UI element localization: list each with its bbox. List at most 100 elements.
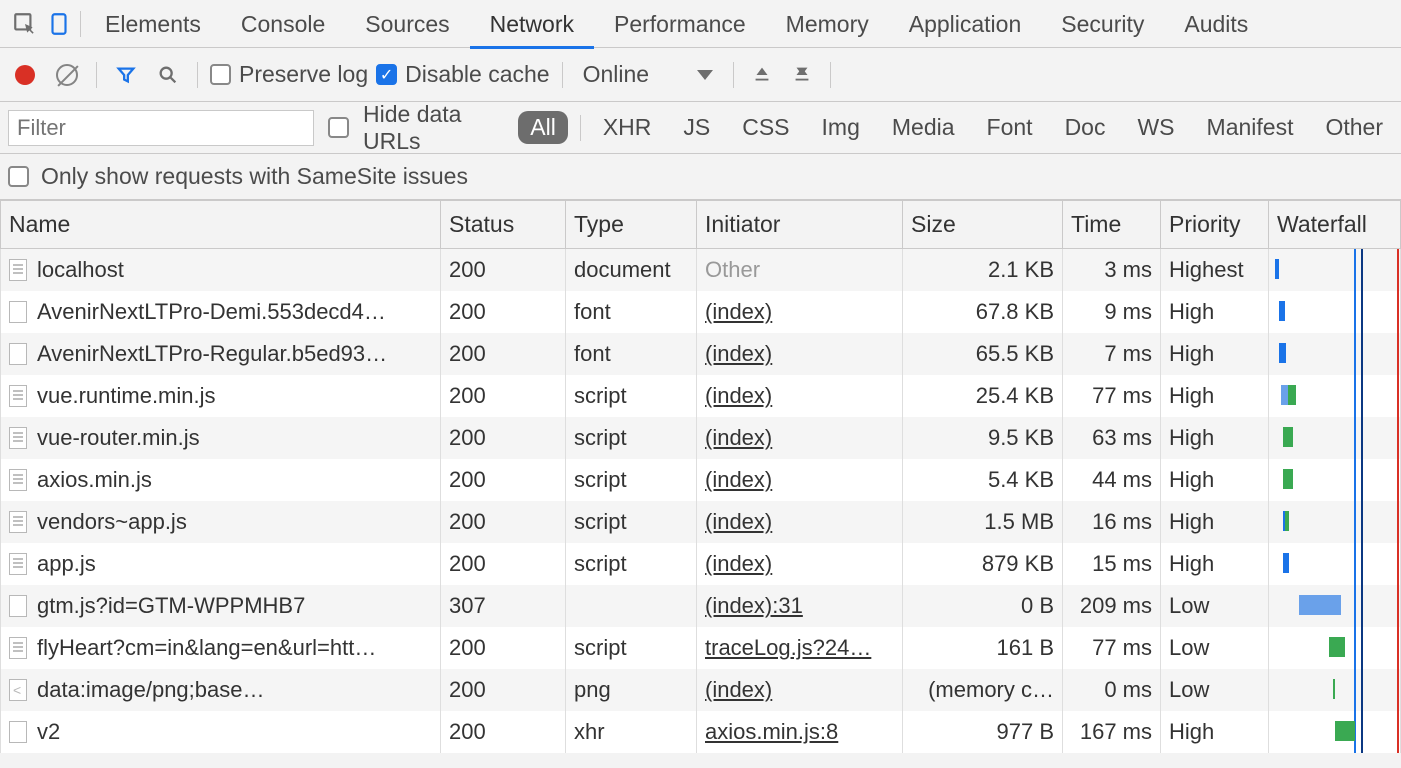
filter-pill-ws[interactable]: WS <box>1127 111 1184 144</box>
filter-toggle[interactable] <box>109 58 143 92</box>
initiator-link[interactable]: (index):31 <box>705 593 803 618</box>
table-row[interactable]: data:image/png;base…200png(index)(memory… <box>1 669 1401 711</box>
export-har-button[interactable] <box>786 63 818 87</box>
filter-pill-css[interactable]: CSS <box>732 111 799 144</box>
table-row[interactable]: vue-router.min.js200script(index)9.5 KB6… <box>1 417 1401 459</box>
filter-pill-img[interactable]: Img <box>812 111 870 144</box>
samesite-checkbox[interactable] <box>8 166 29 187</box>
preserve-log-checkbox[interactable] <box>210 64 231 85</box>
network-toolbar: Preserve log ✓ Disable cache Online <box>0 48 1401 102</box>
size-cell: 5.4 KB <box>903 459 1063 501</box>
initiator-link: Other <box>705 257 760 282</box>
priority-cell: High <box>1161 417 1269 459</box>
table-row[interactable]: app.js200script(index)879 KB15 msHigh <box>1 543 1401 585</box>
waterfall-cell <box>1269 669 1401 711</box>
separator <box>580 115 581 141</box>
hide-data-urls-checkbox[interactable] <box>328 117 349 138</box>
size-cell: 2.1 KB <box>903 249 1063 292</box>
column-header-size[interactable]: Size <box>903 201 1063 249</box>
table-row[interactable]: flyHeart?cm=in&lang=en&url=htt…200script… <box>1 627 1401 669</box>
time-cell: 16 ms <box>1063 501 1161 543</box>
size-cell: 1.5 MB <box>903 501 1063 543</box>
device-toolbar-icon[interactable] <box>42 7 76 41</box>
tab-sources[interactable]: Sources <box>345 0 469 48</box>
column-header-name[interactable]: Name <box>1 201 441 249</box>
column-header-initiator[interactable]: Initiator <box>697 201 903 249</box>
time-cell: 7 ms <box>1063 333 1161 375</box>
waterfall-cell <box>1269 249 1401 292</box>
tab-memory[interactable]: Memory <box>766 0 889 48</box>
filter-pill-font[interactable]: Font <box>977 111 1043 144</box>
size-cell: 879 KB <box>903 543 1063 585</box>
table-row[interactable]: localhost200documentOther2.1 KB3 msHighe… <box>1 249 1401 292</box>
table-row[interactable]: AvenirNextLTPro-Regular.b5ed93…200font(i… <box>1 333 1401 375</box>
file-icon <box>9 259 27 281</box>
initiator-link[interactable]: (index) <box>705 425 772 450</box>
file-icon <box>9 469 27 491</box>
table-row[interactable]: gtm.js?id=GTM-WPPMHB7307(index):310 B209… <box>1 585 1401 627</box>
tab-performance[interactable]: Performance <box>594 0 766 48</box>
throttling-select[interactable]: Online <box>575 59 721 90</box>
table-row[interactable]: v2200xhraxios.min.js:8977 B167 msHigh <box>1 711 1401 753</box>
waterfall-cell <box>1269 291 1401 333</box>
size-cell: 67.8 KB <box>903 291 1063 333</box>
file-icon <box>9 427 27 449</box>
file-icon <box>9 301 27 323</box>
inspect-element-icon[interactable] <box>8 7 42 41</box>
record-button[interactable] <box>8 58 42 92</box>
file-icon <box>9 385 27 407</box>
priority-cell: High <box>1161 291 1269 333</box>
initiator-link[interactable]: axios.min.js:8 <box>705 719 838 744</box>
request-name: gtm.js?id=GTM-WPPMHB7 <box>37 593 305 619</box>
waterfall-bar <box>1283 427 1293 447</box>
tab-security[interactable]: Security <box>1041 0 1164 48</box>
filter-input[interactable] <box>8 110 314 146</box>
initiator-link[interactable]: (index) <box>705 341 772 366</box>
column-header-type[interactable]: Type <box>566 201 697 249</box>
devtools-tabs: ElementsConsoleSourcesNetworkPerformance… <box>0 0 1401 48</box>
filter-pill-doc[interactable]: Doc <box>1055 111 1116 144</box>
initiator-link[interactable]: (index) <box>705 383 772 408</box>
column-header-status[interactable]: Status <box>441 201 566 249</box>
column-header-time[interactable]: Time <box>1063 201 1161 249</box>
filter-pill-xhr[interactable]: XHR <box>593 111 662 144</box>
table-row[interactable]: axios.min.js200script(index)5.4 KB44 msH… <box>1 459 1401 501</box>
filter-pill-manifest[interactable]: Manifest <box>1197 111 1304 144</box>
table-row[interactable]: vendors~app.js200script(index)1.5 MB16 m… <box>1 501 1401 543</box>
import-har-button[interactable] <box>746 63 778 87</box>
initiator-link[interactable]: (index) <box>705 509 772 534</box>
clear-button[interactable] <box>50 58 84 92</box>
tab-application[interactable]: Application <box>889 0 1042 48</box>
request-name: app.js <box>37 551 96 577</box>
column-header-priority[interactable]: Priority <box>1161 201 1269 249</box>
time-cell: 209 ms <box>1063 585 1161 627</box>
initiator-link[interactable]: (index) <box>705 467 772 492</box>
network-table: NameStatusTypeInitiatorSizeTimePriorityW… <box>0 200 1401 753</box>
initiator-link[interactable]: traceLog.js?24… <box>705 635 871 660</box>
request-name: vue.runtime.min.js <box>37 383 216 409</box>
search-button[interactable] <box>151 58 185 92</box>
tab-console[interactable]: Console <box>221 0 345 48</box>
table-row[interactable]: vue.runtime.min.js200script(index)25.4 K… <box>1 375 1401 417</box>
filter-pill-media[interactable]: Media <box>882 111 965 144</box>
filter-pill-js[interactable]: JS <box>673 111 720 144</box>
waterfall-bar <box>1283 469 1293 489</box>
filter-pill-all[interactable]: All <box>518 111 568 144</box>
tab-elements[interactable]: Elements <box>85 0 221 48</box>
disable-cache-checkbox[interactable]: ✓ <box>376 64 397 85</box>
tab-network[interactable]: Network <box>470 0 594 48</box>
tab-audits[interactable]: Audits <box>1164 0 1268 48</box>
waterfall-cell <box>1269 627 1401 669</box>
initiator-link[interactable]: (index) <box>705 677 772 702</box>
file-icon <box>9 721 27 743</box>
request-name: AvenirNextLTPro-Demi.553decd4… <box>37 299 386 325</box>
table-row[interactable]: AvenirNextLTPro-Demi.553decd4…200font(in… <box>1 291 1401 333</box>
initiator-link[interactable]: (index) <box>705 551 772 576</box>
request-name: data:image/png;base… <box>37 677 265 703</box>
column-header-waterfall[interactable]: Waterfall <box>1269 201 1401 249</box>
status-cell: 200 <box>441 417 566 459</box>
record-icon <box>15 65 35 85</box>
filter-pill-other[interactable]: Other <box>1315 111 1393 144</box>
time-cell: 15 ms <box>1063 543 1161 585</box>
initiator-link[interactable]: (index) <box>705 299 772 324</box>
